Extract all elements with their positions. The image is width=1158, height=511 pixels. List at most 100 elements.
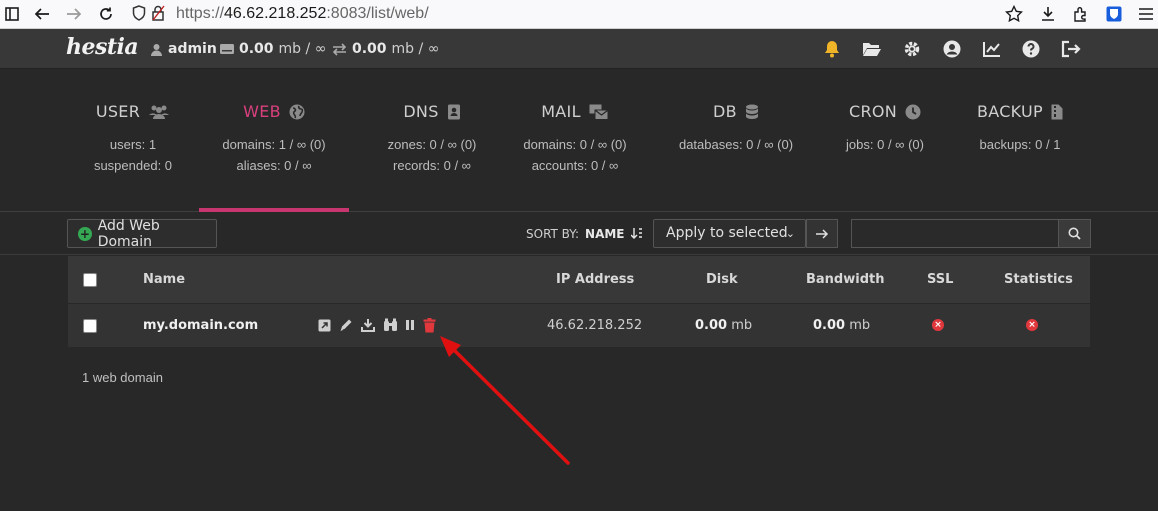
tab-stat-line: zones: 0 / ∞ (0) — [387, 137, 477, 152]
disk-usage: 0.00 mb / ∞ — [220, 41, 326, 57]
sort-control[interactable]: SORT BY: NAME — [526, 227, 643, 241]
forward-arrow-icon[interactable] — [64, 4, 84, 24]
user-menu[interactable]: admin — [150, 41, 217, 57]
address-bar[interactable]: https://46.62.218.252:8083/list/web/ — [127, 2, 1143, 27]
database-icon — [745, 104, 758, 119]
bandwidth-usage: 0.00 mb / ∞ — [332, 41, 439, 57]
disk-value: 0.00 — [695, 318, 728, 333]
mail-bulk-icon — [589, 104, 609, 120]
clock-icon — [905, 104, 921, 119]
bandwidth-value: 0.00 — [813, 318, 846, 333]
menu-icon[interactable] — [1136, 4, 1156, 24]
bulk-action-select[interactable]: Apply to selected ⌄ — [653, 219, 806, 248]
bandwidth-cell: 0.00 mb — [813, 318, 870, 333]
gear-icon[interactable] — [902, 39, 922, 59]
column-statistics: Statistics — [1004, 272, 1073, 287]
column-bandwidth: Bandwidth — [806, 272, 885, 287]
lock-warning-icon[interactable] — [149, 3, 169, 23]
pause-icon[interactable] — [402, 317, 418, 333]
disk-cell: 0.00 mb — [695, 318, 752, 333]
chart-line-icon[interactable] — [982, 39, 1002, 59]
sidebar-toggle-icon[interactable] — [2, 4, 22, 24]
tab-stat-line: backups: 0 / 1 — [979, 137, 1061, 152]
add-web-domain-button[interactable]: + Add Web Domain — [67, 217, 217, 250]
bandwidth-value: 0.00 — [352, 41, 387, 57]
stats-tabs: USER users: 1 suspended: 0 WEB domains: … — [0, 70, 1158, 212]
tab-backup[interactable]: BACKUP backups: 0 / 1 — [950, 70, 1090, 212]
bitwarden-shield-icon[interactable] — [1104, 4, 1124, 24]
back-arrow-icon[interactable] — [32, 4, 52, 24]
tab-mail[interactable]: MAIL domains: 0 / ∞ (0) accounts: 0 / ∞ — [505, 70, 645, 212]
add-web-domain-label: Add Web Domain — [97, 217, 160, 250]
bookmark-star-icon[interactable] — [1004, 4, 1024, 24]
external-link-icon[interactable] — [316, 317, 332, 333]
sort-label: SORT BY: — [526, 227, 580, 241]
tab-cron[interactable]: CRON jobs: 0 / ∞ (0) — [815, 70, 955, 212]
address-book-icon — [447, 104, 460, 119]
tab-stat-line: records: 0 / ∞ — [393, 158, 471, 173]
tab-stat-line: accounts: 0 / ∞ — [531, 158, 619, 173]
apply-bulk-button[interactable] — [806, 219, 838, 248]
search-input[interactable] — [851, 219, 1059, 248]
app-topbar: hestia admin 0.00 mb / ∞ 0.00 mb / ∞ — [0, 29, 1158, 69]
file-archive-icon — [1051, 104, 1063, 119]
trash-icon[interactable] — [421, 317, 437, 333]
url-text: https://46.62.218.252:8083/list/web/ — [176, 5, 429, 23]
folder-open-icon[interactable] — [862, 39, 882, 59]
tab-web[interactable]: WEB domains: 1 / ∞ (0) aliases: 0 / ∞ — [199, 70, 349, 212]
url-scheme: https:// — [176, 5, 225, 22]
download-icon[interactable] — [360, 317, 376, 333]
domain-name-link[interactable]: my.domain.com — [143, 318, 258, 333]
tab-user[interactable]: USER users: 1 suspended: 0 — [66, 70, 200, 212]
bulk-action-value: Apply to selected — [666, 225, 788, 241]
exchange-arrows-icon — [332, 42, 347, 56]
tab-title: DB — [713, 102, 737, 121]
browser-toolbar: https://46.62.218.252:8083/list/web/ — [0, 0, 1158, 29]
tab-stat-line: domains: 1 / ∞ (0) — [222, 137, 326, 152]
tab-title: BACKUP — [976, 102, 1044, 121]
tab-stat-line: suspended: 0 — [93, 158, 173, 173]
tab-title: WEB — [243, 102, 281, 121]
globe-icon — [289, 104, 305, 119]
tab-dns[interactable]: DNS zones: 0 / ∞ (0) records: 0 / ∞ — [352, 70, 512, 212]
bell-icon[interactable] — [822, 39, 842, 59]
username: admin — [168, 41, 217, 57]
select-all-checkbox[interactable] — [83, 273, 97, 287]
tab-stat-line: jobs: 0 / ∞ (0) — [846, 137, 924, 152]
sort-arrows-icon — [630, 228, 643, 239]
table-header: Name IP Address Disk Bandwidth SSL Stati… — [68, 256, 1090, 303]
extensions-icon[interactable] — [1071, 4, 1091, 24]
logout-icon[interactable] — [1061, 39, 1081, 59]
downloads-icon[interactable] — [1038, 4, 1058, 24]
tab-stat-line: users: 1 — [109, 137, 157, 152]
tab-title: USER — [95, 102, 141, 121]
help-icon[interactable] — [1021, 39, 1041, 59]
search-button[interactable] — [1058, 219, 1091, 248]
url-host: 46.62.218.252 — [224, 5, 327, 22]
disk-value: 0.00 — [239, 41, 274, 57]
shield-icon[interactable] — [129, 3, 149, 23]
binoculars-icon[interactable] — [382, 317, 398, 333]
bandwidth-unit: mb / ∞ — [391, 41, 440, 57]
column-name[interactable]: Name — [143, 272, 185, 287]
ssl-disabled-icon: × — [932, 319, 944, 331]
tab-title: DNS — [403, 102, 439, 121]
pencil-icon[interactable] — [338, 317, 354, 333]
tab-title: CRON — [848, 102, 898, 121]
tab-stat-line: databases: 0 / ∞ (0) — [678, 137, 794, 152]
disk-unit: mb / ∞ — [278, 41, 327, 57]
reload-icon[interactable] — [96, 4, 116, 24]
chevron-down-icon: ⌄ — [785, 227, 795, 240]
search-icon — [1068, 227, 1081, 240]
row-checkbox[interactable] — [83, 319, 97, 333]
tab-stat-line: aliases: 0 / ∞ — [236, 158, 312, 173]
user-circle-icon[interactable] — [942, 39, 962, 59]
table-row: my.domain.com 46.62.218.252 0.00 mb 0.00… — [68, 304, 1090, 347]
hestia-logo[interactable]: hestia — [66, 34, 139, 60]
column-ssl: SSL — [927, 272, 954, 287]
ip-address: 46.62.218.252 — [547, 318, 643, 333]
tab-stat-line: domains: 0 / ∞ (0) — [523, 137, 627, 152]
users-icon — [149, 105, 170, 119]
tab-db[interactable]: DB databases: 0 / ∞ (0) — [666, 70, 806, 212]
domain-count: 1 web domain — [82, 370, 163, 385]
